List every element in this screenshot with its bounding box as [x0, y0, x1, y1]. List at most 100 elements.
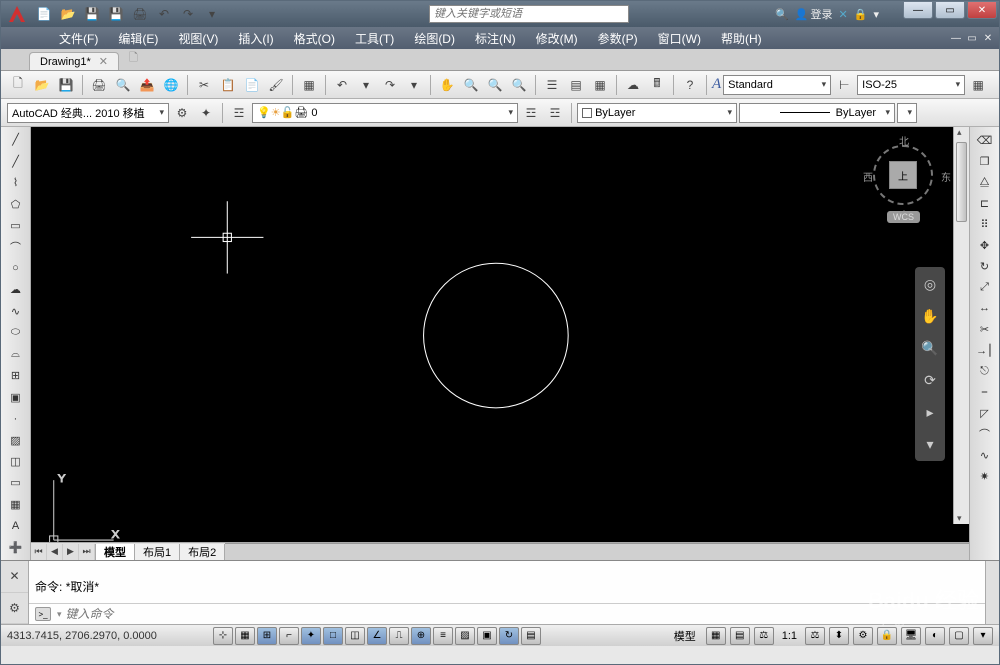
menu-format[interactable]: 格式(O) — [284, 30, 345, 47]
redo-icon[interactable]: ↷ — [379, 74, 401, 96]
tab-last-icon[interactable]: ⏭ — [79, 544, 95, 560]
menu-tools[interactable]: 工具(T) — [345, 30, 404, 47]
rotate-icon[interactable]: ↻ — [974, 257, 996, 275]
tab-prev-icon[interactable]: ◀ — [47, 544, 63, 560]
layer-combo[interactable]: 💡☀🔓🖨 0 — [252, 103, 518, 123]
sb-annoauto-icon[interactable]: ⬍ — [829, 627, 849, 645]
markup-icon[interactable]: ☁ — [622, 74, 644, 96]
polyline-icon[interactable]: ⌇ — [5, 174, 27, 191]
inner-minimize-icon[interactable]: ― — [949, 31, 963, 45]
save-icon[interactable]: 💾 — [55, 74, 77, 96]
table-icon[interactable]: ▦ — [5, 496, 27, 513]
menu-modify[interactable]: 修改(M) — [526, 30, 588, 47]
nav-more-icon[interactable]: ▾ — [919, 433, 941, 455]
line-icon[interactable]: ╱ — [5, 131, 27, 148]
preview-icon[interactable]: 🔍 — [112, 74, 134, 96]
app-logo-icon[interactable] — [5, 2, 29, 26]
toolpalette-icon[interactable]: ▦ — [589, 74, 611, 96]
redo-drop-icon[interactable]: ▾ — [403, 74, 425, 96]
qat-dropdown-icon[interactable]: ▾ — [201, 3, 223, 25]
sb-lwt-icon[interactable]: ≡ — [433, 627, 453, 645]
block-icon[interactable]: ▣ — [5, 388, 27, 405]
menu-view[interactable]: 视图(V) — [168, 30, 228, 47]
move-icon[interactable]: ✥ — [974, 236, 996, 254]
nav-zoom-icon[interactable]: 🔍 — [919, 337, 941, 359]
qcalc-icon[interactable]: 🖩 — [646, 74, 668, 96]
tablestyle-icon[interactable]: ▦ — [967, 74, 989, 96]
sb-isolate-icon[interactable]: ◐ — [925, 627, 945, 645]
sb-otrack-icon[interactable]: ∠ — [367, 627, 387, 645]
properties-icon[interactable]: ☰ — [541, 74, 563, 96]
layer-previous-icon[interactable]: ☲ — [544, 102, 566, 124]
menu-insert[interactable]: 插入(I) — [228, 30, 283, 47]
sb-transparency-icon[interactable]: ▨ — [455, 627, 475, 645]
cmd-recent-icon[interactable]: >_ — [35, 607, 51, 621]
circle-icon[interactable]: ○ — [5, 260, 27, 277]
sb-polar-icon[interactable]: ✦ — [301, 627, 321, 645]
cut-icon[interactable]: ✂ — [193, 74, 215, 96]
linetype-combo[interactable]: ByLayer — [739, 103, 895, 123]
workspace-settings-icon[interactable]: ⚙ — [171, 102, 193, 124]
exchange-icon[interactable]: ✕ — [839, 8, 848, 21]
maximize-button[interactable]: ▭ — [935, 1, 965, 19]
array-icon[interactable]: ⠿ — [974, 215, 996, 233]
workspace-combo[interactable]: AutoCAD 经典... 2010 移植 — [7, 103, 169, 123]
join-icon[interactable]: ⎯ — [974, 383, 996, 401]
revcloud-icon[interactable]: ☁ — [5, 281, 27, 298]
pan-icon[interactable]: ✋ — [436, 74, 458, 96]
viewcube[interactable]: 北 南 西 东 上 WCS — [867, 133, 947, 223]
dimstyle-combo[interactable]: ISO-25 — [857, 75, 965, 95]
login-button[interactable]: 👤登录 — [795, 6, 833, 22]
sb-quickview-drawings-icon[interactable]: ▤ — [730, 627, 750, 645]
menu-file[interactable]: 文件(F) — [49, 30, 108, 47]
qat-redo-icon[interactable]: ↷ — [177, 3, 199, 25]
offset-icon[interactable]: ⊏ — [974, 194, 996, 212]
sb-scale[interactable]: 1:1 — [778, 630, 801, 642]
undo-icon[interactable]: ↶ — [331, 74, 353, 96]
vc-north[interactable]: 北 — [899, 133, 909, 148]
dimstyle-icon[interactable]: ⊢ — [833, 74, 855, 96]
publish-icon[interactable]: 📤 — [136, 74, 158, 96]
fillet-icon[interactable]: ⌒ — [974, 425, 996, 443]
gradient-icon[interactable]: ◫ — [5, 453, 27, 470]
vertical-scrollbar[interactable] — [953, 127, 969, 524]
insert-icon[interactable]: ⊞ — [5, 367, 27, 384]
sb-3dosnap-icon[interactable]: ◫ — [345, 627, 365, 645]
qat-print-icon[interactable]: 🖨 — [129, 3, 151, 25]
tab-first-icon[interactable]: ⏮ — [31, 544, 47, 560]
nav-wheel-icon[interactable]: ◎ — [919, 273, 941, 295]
vc-face-top[interactable]: 上 — [889, 161, 917, 189]
menu-edit[interactable]: 编辑(E) — [108, 30, 168, 47]
addselected-icon[interactable]: ➕ — [5, 539, 27, 556]
scale-icon[interactable]: ⤢ — [974, 278, 996, 296]
zoom-previous-icon[interactable]: 🔍 — [508, 74, 530, 96]
cmd-options-icon[interactable]: ⚙ — [1, 593, 28, 625]
extend-icon[interactable]: →⎮ — [974, 341, 996, 359]
copy-obj-icon[interactable]: ❐ — [974, 152, 996, 170]
workspace-save-icon[interactable]: ✦ — [195, 102, 217, 124]
point-icon[interactable]: · — [5, 410, 27, 427]
sb-ws-switch-icon[interactable]: ⚙ — [853, 627, 873, 645]
sb-snap-icon[interactable]: ▦ — [235, 627, 255, 645]
cmd-resize-handle[interactable] — [985, 561, 999, 624]
help-icon[interactable]: ? — [679, 74, 701, 96]
qat-saveas-icon[interactable]: 💾 — [105, 3, 127, 25]
layer-states-icon[interactable]: ☲ — [520, 102, 542, 124]
copy-icon[interactable]: 📋 — [217, 74, 239, 96]
sb-dyn-icon[interactable]: ⊕ — [411, 627, 431, 645]
vc-wcs-button[interactable]: WCS — [887, 211, 920, 223]
tab-layout2[interactable]: 布局2 — [180, 544, 225, 560]
color-combo[interactable]: ByLayer — [577, 103, 737, 123]
help-dropdown-icon[interactable]: ▾ — [873, 8, 879, 21]
trim-icon[interactable]: ✂ — [974, 320, 996, 338]
sb-am-icon[interactable]: ▤ — [521, 627, 541, 645]
file-tab[interactable]: Drawing1* ✕ — [29, 52, 119, 70]
lineweight-combo[interactable] — [897, 103, 917, 123]
menu-draw[interactable]: 绘图(D) — [404, 30, 465, 47]
tab-close-icon[interactable]: ✕ — [99, 55, 108, 68]
nav-pan-icon[interactable]: ✋ — [919, 305, 941, 327]
spline-icon[interactable]: ∿ — [5, 303, 27, 320]
sb-lock-ui-icon[interactable]: 🔒 — [877, 627, 897, 645]
nav-orbit-icon[interactable]: ⟳ — [919, 369, 941, 391]
explode-icon[interactable]: ✷ — [974, 467, 996, 485]
